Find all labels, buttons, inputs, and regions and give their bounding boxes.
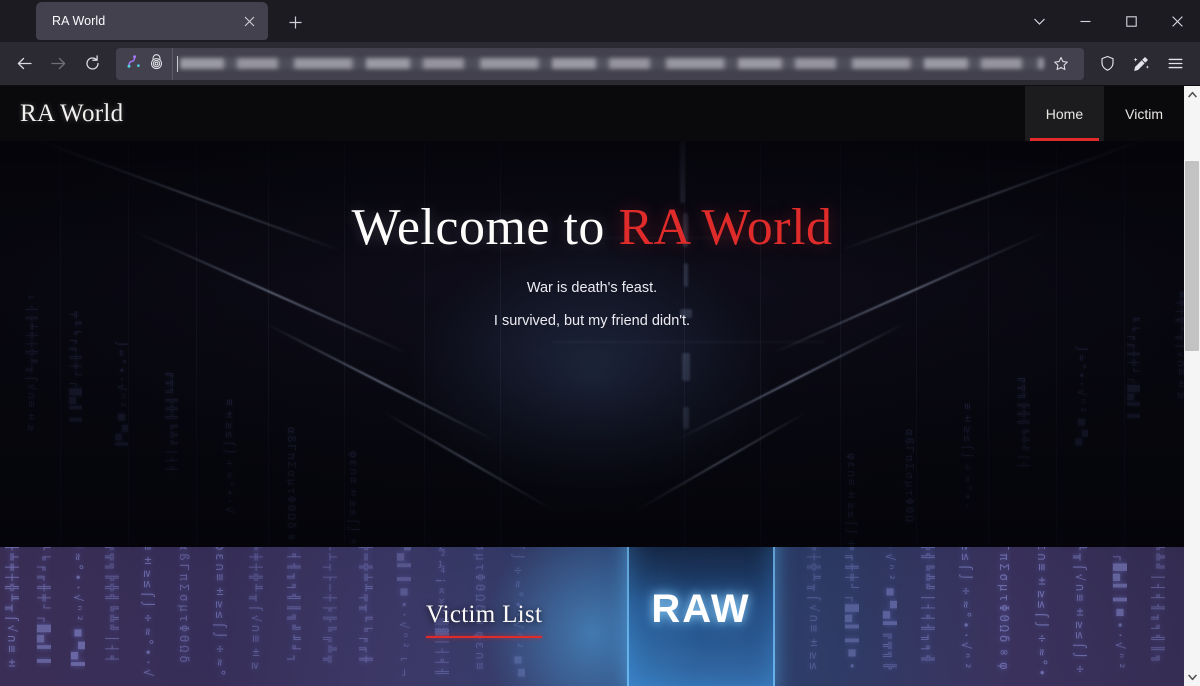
hero-title-accent: RA World bbox=[618, 199, 833, 256]
scrollbar-track[interactable] bbox=[1184, 103, 1200, 669]
tab-title: RA World bbox=[52, 14, 106, 28]
victim-list-wrapper: Victim List bbox=[0, 547, 1184, 638]
list-all-tabs-button[interactable] bbox=[1016, 0, 1062, 42]
site-brand[interactable]: RA World bbox=[0, 100, 123, 128]
page-title: Welcome to RA World bbox=[0, 199, 1184, 256]
web-page: RA World Home Victim Welcome to RA World… bbox=[0, 86, 1184, 686]
reload-icon[interactable] bbox=[76, 48, 108, 80]
page-viewport: RA World Home Victim Welcome to RA World… bbox=[0, 86, 1200, 686]
close-icon[interactable] bbox=[238, 10, 260, 32]
maximize-button[interactable] bbox=[1108, 0, 1154, 42]
victim-band-section: ╟╧╪┼╬╨╥⌠√∩≡± ╙╘╒╓╫╪┘┌█▄▌▐ ⌡≈°∙·√ⁿ²■▀▄▌ ╔… bbox=[0, 547, 1184, 686]
window-controls bbox=[1016, 0, 1200, 42]
scrollbar-thumb[interactable] bbox=[1185, 161, 1199, 351]
new-tab-button[interactable] bbox=[280, 7, 310, 37]
forward-arrow-icon[interactable] bbox=[42, 48, 74, 80]
site-header: RA World Home Victim bbox=[0, 86, 1184, 141]
browser-toolbar bbox=[0, 42, 1200, 86]
hero-tagline-1: War is death's feast. bbox=[526, 280, 658, 297]
nav-item-victim-label: Victim bbox=[1125, 105, 1163, 122]
scroll-down-button[interactable] bbox=[1184, 669, 1200, 686]
redacted-url-text bbox=[180, 58, 1044, 69]
browser-window: RA World RA World Home Victim Welcome to… bbox=[0, 0, 1200, 686]
page-scrollbar[interactable] bbox=[1184, 86, 1200, 686]
browser-tab[interactable]: RA World bbox=[36, 2, 268, 40]
nav-item-victim[interactable]: Victim bbox=[1104, 86, 1184, 141]
star-icon[interactable] bbox=[1044, 48, 1078, 80]
new-identity-icon[interactable] bbox=[1124, 48, 1158, 80]
tab-strip: RA World bbox=[0, 0, 1200, 42]
shield-icon[interactable] bbox=[1090, 48, 1124, 80]
onion-site-icon[interactable] bbox=[148, 53, 165, 75]
hero-section: ⌐┤╟╧╪┼╬╨╥⌠√∩≡±≥ ╤╙╘╒╓╫╪┘┌█▄▌▐ ⌡≈°∙·√ⁿ²■▀… bbox=[0, 141, 1184, 547]
tor-circuit-icon[interactable] bbox=[125, 53, 142, 75]
url-input[interactable] bbox=[172, 47, 1044, 80]
back-arrow-icon[interactable] bbox=[8, 48, 40, 80]
hero-title-plain: Welcome to bbox=[351, 199, 619, 256]
scroll-up-button[interactable] bbox=[1184, 86, 1200, 103]
url-bar[interactable] bbox=[116, 47, 1084, 80]
minimize-button[interactable] bbox=[1062, 0, 1108, 42]
hero-content: Welcome to RA World War is death's feast… bbox=[0, 141, 1184, 329]
victim-list-link[interactable]: Victim List bbox=[425, 601, 543, 638]
hero-tagline-2: I survived, but my friend didn't. bbox=[493, 313, 691, 330]
nav-item-home-label: Home bbox=[1045, 105, 1084, 122]
close-window-button[interactable] bbox=[1154, 0, 1200, 42]
text-caret bbox=[177, 55, 178, 72]
hamburger-menu-icon[interactable] bbox=[1158, 48, 1192, 80]
site-nav: Home Victim bbox=[1024, 86, 1184, 141]
nav-item-home[interactable]: Home bbox=[1024, 86, 1105, 141]
identity-box bbox=[122, 53, 172, 75]
